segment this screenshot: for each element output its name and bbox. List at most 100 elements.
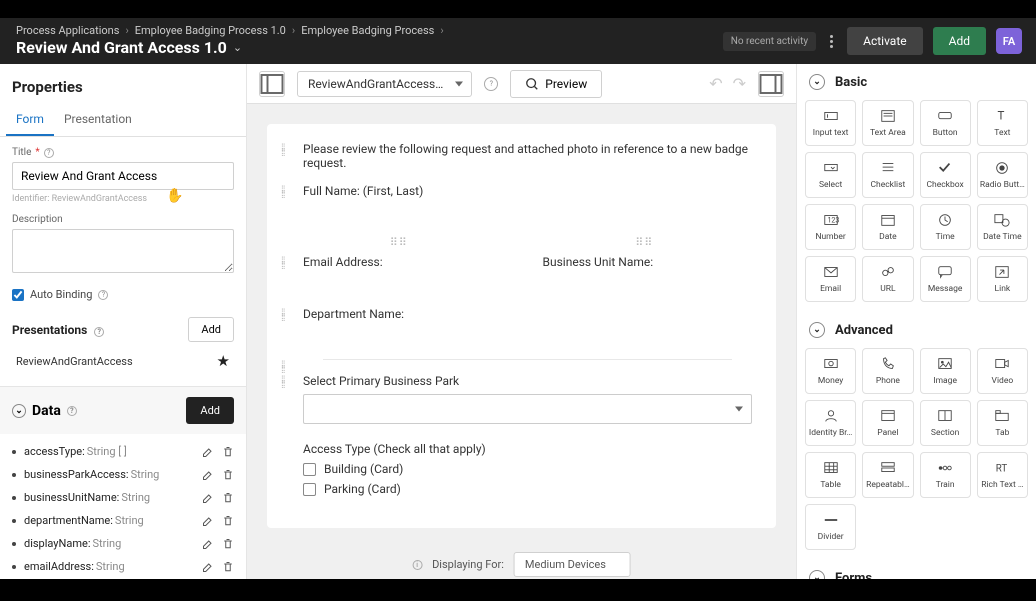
crumb-process-ver[interactable]: Employee Badging Process 1.0 [135,24,286,37]
advanced-section-header[interactable]: ⌄ Advanced [797,312,1036,348]
palette-number[interactable]: 123Number [805,204,856,250]
presentation-dropdown[interactable]: ReviewAndGrantAccess… [297,71,472,97]
delete-icon[interactable] [222,538,234,550]
delete-icon[interactable] [222,492,234,504]
palette-money[interactable]: Money [805,348,856,394]
intro-text[interactable]: Please review the following request and … [303,142,752,170]
device-dropdown[interactable]: Medium Devices [514,552,631,577]
delete-icon[interactable] [222,469,234,481]
data-row[interactable]: accessType: String [ ] [12,440,234,463]
palette-text-area[interactable]: Text Area [862,100,913,146]
palette-text[interactable]: TText [977,100,1028,146]
palette-table[interactable]: Table [805,452,856,498]
crumb-apps[interactable]: Process Applications [16,24,119,37]
palette-url[interactable]: URL [862,256,913,302]
drag-handle-icon[interactable]: ⁞⁞⁞⁞ [281,363,285,373]
palette-date[interactable]: Date [862,204,913,250]
palette-link[interactable]: Link [977,256,1028,302]
data-row[interactable]: departmentName: String [12,509,234,532]
data-row[interactable]: displayName: String [12,532,234,555]
checkbox-building[interactable]: Building (Card) [303,462,752,476]
add-presentation-button[interactable]: Add [188,317,234,342]
edit-icon[interactable] [202,515,214,527]
business-unit-label[interactable]: Business Unit Name: [543,255,753,269]
edit-icon[interactable] [202,561,214,573]
forms-section-header[interactable]: ⌄ Forms [797,560,1036,579]
data-row[interactable]: businessUnitName: String [12,486,234,509]
chevron-down-icon[interactable]: ⌄ [12,404,26,418]
palette-divider[interactable]: Divider [805,504,856,550]
palette-repeatabl-[interactable]: Repeatabl… [862,452,913,498]
panel-toggle-icon[interactable] [259,71,285,97]
edit-icon[interactable] [202,469,214,481]
crumb-process[interactable]: Employee Badging Process [301,24,434,37]
palette-message[interactable]: Message [920,256,971,302]
info-icon[interactable]: ? [67,406,77,416]
drag-handle-icon[interactable]: ⁞⁞⁞⁞ [281,311,285,321]
help-icon[interactable]: ? [484,77,498,91]
fullname-label[interactable]: Full Name: (First, Last) [303,184,752,198]
email-label[interactable]: Email Address: [303,255,513,269]
palette-video[interactable]: Video [977,348,1028,394]
title-input[interactable] [12,162,234,190]
edit-icon[interactable] [202,446,214,458]
palette-phone[interactable]: Phone [862,348,913,394]
undo-icon[interactable]: ↶ [709,74,722,93]
palette-checklist[interactable]: Checklist [862,152,913,198]
info-icon[interactable]: ? [94,327,104,337]
preview-button[interactable]: Preview [510,70,602,98]
palette-input-text[interactable]: Input text [805,100,856,146]
palette-time[interactable]: Time [920,204,971,250]
add-button[interactable]: Add [933,27,986,55]
auto-binding-checkbox[interactable] [12,289,24,301]
drag-handle-icon[interactable]: ⁞⁞⁞⁞ [281,146,285,156]
palette-section[interactable]: Section [920,400,971,446]
tab-form[interactable]: Form [6,104,54,136]
add-data-button[interactable]: Add [186,397,234,424]
drop-zone-icon[interactable]: ⠿⠿ [537,236,753,249]
data-row[interactable]: emailAddress: String [12,555,234,578]
info-icon[interactable]: ? [44,148,54,158]
palette-date-time[interactable]: Date Time [977,204,1028,250]
drag-handle-icon[interactable]: ⁞⁞⁞⁞ [281,378,285,388]
info-icon[interactable]: i [412,560,422,570]
drag-handle-icon[interactable]: ⁞⁞⁞⁞ [281,259,285,269]
recent-activity-pill[interactable]: No recent activity [723,32,816,51]
drag-handle-icon[interactable]: ⁞⁞⁞⁞ [281,188,285,198]
info-icon[interactable]: ? [98,290,108,300]
form-canvas[interactable]: ⁞⁞⁞⁞ Please review the following request… [267,124,776,528]
panel-right-toggle-icon[interactable] [758,71,784,97]
palette-checkbox[interactable]: Checkbox [920,152,971,198]
palette-button[interactable]: Button [920,100,971,146]
edit-icon[interactable] [202,492,214,504]
palette-radio-butt-[interactable]: Radio Butt… [977,152,1028,198]
star-icon[interactable]: ★ [217,352,230,370]
redo-icon[interactable]: ↷ [733,74,746,93]
department-label[interactable]: Department Name: [303,307,752,321]
delete-icon[interactable] [222,561,234,573]
palette-image[interactable]: Image [920,348,971,394]
palette-rich-text-[interactable]: RTRich Text … [977,452,1028,498]
delete-icon[interactable] [222,446,234,458]
palette-panel[interactable]: Panel [862,400,913,446]
description-input[interactable] [12,229,234,273]
drop-zone-icon[interactable]: ⠿⠿ [291,236,507,249]
palette-select[interactable]: Select [805,152,856,198]
avatar[interactable]: FA [996,28,1022,54]
tab-presentation[interactable]: Presentation [54,104,142,136]
delete-icon[interactable] [222,515,234,527]
basic-section-header[interactable]: ⌄ Basic [797,64,1036,100]
data-header[interactable]: ⌄ Data ? [12,403,77,419]
palette-train[interactable]: Train [920,452,971,498]
edit-icon[interactable] [202,538,214,550]
data-row[interactable]: businessParkAccess: String [12,463,234,486]
chevron-down-icon[interactable]: ⌄ [233,41,242,54]
more-menu-icon[interactable] [826,31,837,52]
presentation-item[interactable]: ReviewAndGrantAccess ★ [12,342,234,380]
activate-button[interactable]: Activate [847,27,923,55]
palette-email[interactable]: Email [805,256,856,302]
checkbox-parking[interactable]: Parking (Card) [303,482,752,496]
palette-identity-br-[interactable]: Identity Br… [805,400,856,446]
palette-tab[interactable]: Tab [977,400,1028,446]
business-park-select[interactable] [303,394,752,424]
